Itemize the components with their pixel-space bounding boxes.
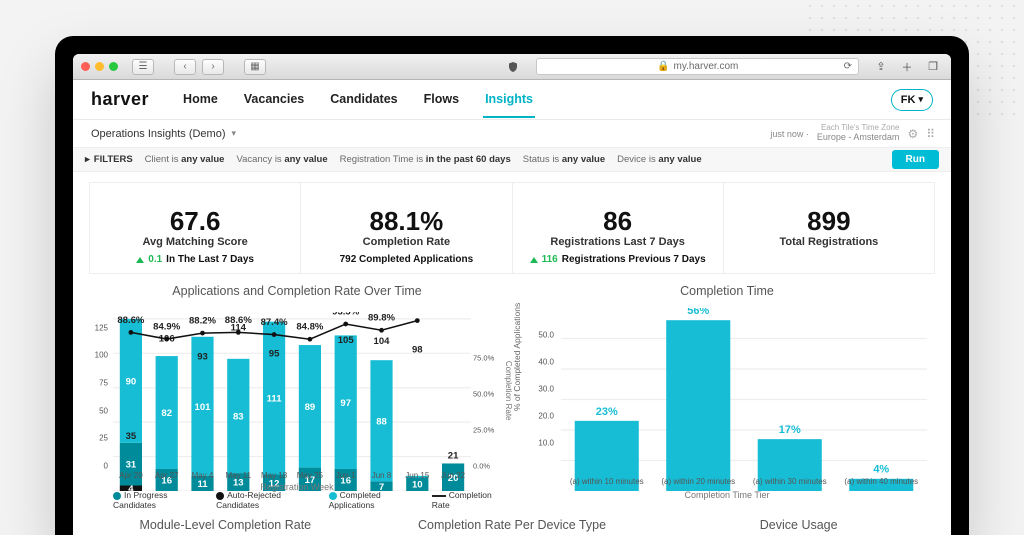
user-menu[interactable]: FK ▾ (891, 89, 933, 111)
svg-text:95: 95 (269, 349, 280, 360)
svg-text:95.2%: 95.2% (404, 312, 432, 314)
filter-status[interactable]: Status is any value (523, 154, 605, 165)
minimize-window-icon[interactable] (95, 62, 104, 71)
up-arrow-icon (530, 257, 538, 263)
nav-home[interactable]: Home (181, 82, 220, 118)
forward-button[interactable]: › (202, 59, 224, 75)
chart-completion-time: % of Completed Applications 10.020.030.0… (519, 302, 935, 510)
sidebar-toggle-icon[interactable]: ☰ (132, 59, 154, 75)
svg-text:89.8%: 89.8% (368, 313, 396, 324)
top-nav: harver Home Vacancies Candidates Flows I… (73, 80, 951, 120)
svg-text:84.9%: 84.9% (153, 321, 181, 332)
timezone-display: Each Tile's Time Zone Europe - Amsterdam (817, 124, 900, 143)
kpi-avg-matching: 67.6 Avg Matching Score 0.1 In The Last … (90, 183, 301, 273)
last-updated: just now · (770, 129, 809, 139)
svg-text:87.4%: 87.4% (261, 317, 289, 328)
brand-logo: harver (91, 89, 149, 110)
user-initials: FK (901, 94, 916, 106)
url-host: my.harver.com (674, 61, 739, 72)
nav-vacancies[interactable]: Vacancies (242, 82, 306, 118)
nav-candidates[interactable]: Candidates (328, 82, 399, 118)
svg-text:35: 35 (126, 431, 137, 442)
kpi-completion-rate: 88.1% Completion Rate 792 Completed Appl… (301, 183, 512, 273)
kpi-row: 67.6 Avg Matching Score 0.1 In The Last … (89, 182, 935, 274)
address-bar[interactable]: 🔒 my.harver.com ⟳ (536, 58, 859, 75)
new-tab-icon[interactable]: ＋ (897, 59, 917, 75)
nav-insights[interactable]: Insights (483, 82, 535, 118)
kpi-delta: 0.1 In The Last 7 Days (136, 254, 254, 265)
panel-completion-time: Completion Time % of Completed Applicati… (519, 284, 935, 510)
svg-text:83: 83 (233, 412, 244, 423)
svg-text:93: 93 (197, 351, 208, 362)
filter-device[interactable]: Device is any value (617, 154, 702, 165)
kpi-reg-7days: 86 Registrations Last 7 Days 116 Registr… (513, 183, 724, 273)
bottom-panel-titles: Module-Level Completion Rate Completion … (89, 518, 935, 532)
tab-overview-icon[interactable]: ▦ (244, 59, 266, 75)
svg-text:98: 98 (412, 344, 423, 355)
dashboard: 67.6 Avg Matching Score 0.1 In The Last … (73, 172, 951, 535)
maximize-window-icon[interactable] (109, 62, 118, 71)
filter-bar: ▸ FILTERS Client is any value Vacancy is… (73, 148, 951, 172)
svg-text:82: 82 (161, 408, 172, 419)
tabs-icon[interactable]: ❐ (923, 59, 943, 75)
chart-legend: In Progress Candidates Auto-Rejected Can… (113, 490, 505, 510)
privacy-shield-icon[interactable] (502, 59, 524, 75)
svg-text:17%: 17% (779, 424, 801, 436)
svg-text:101: 101 (195, 402, 212, 413)
svg-text:4%: 4% (873, 464, 889, 476)
svg-text:88.2%: 88.2% (189, 316, 217, 327)
close-window-icon[interactable] (81, 62, 90, 71)
svg-text:88: 88 (376, 416, 387, 427)
panel-apps-over-time: Applications and Completion Rate Over Ti… (89, 284, 505, 510)
filter-vacancy[interactable]: Vacancy is any value (236, 154, 327, 165)
svg-text:93.3%: 93.3% (332, 312, 360, 317)
svg-text:105: 105 (338, 335, 355, 346)
lock-icon: 🔒 (657, 61, 669, 72)
filters-toggle[interactable]: ▸ FILTERS (85, 154, 133, 165)
kpi-total-reg: 899 Total Registrations (724, 183, 934, 273)
svg-text:128: 128 (302, 312, 318, 314)
back-button[interactable]: ‹ (174, 59, 196, 75)
share-icon[interactable]: ⇪ (871, 59, 891, 75)
more-icon[interactable]: ⠿ (926, 127, 933, 141)
reload-icon[interactable]: ⟳ (844, 61, 852, 72)
svg-text:21: 21 (448, 451, 459, 462)
svg-text:56%: 56% (687, 308, 709, 317)
kpi-delta: 116 Registrations Previous 7 Days (530, 254, 706, 265)
svg-text:90: 90 (126, 376, 137, 387)
run-button[interactable]: Run (892, 150, 939, 169)
svg-text:104: 104 (374, 336, 391, 347)
chart-apps-over-time: 0255075100125 0.0%25.0%50.0%75.0% Comple… (89, 302, 505, 510)
filter-regtime[interactable]: Registration Time is in the past 60 days (340, 154, 511, 165)
svg-text:23%: 23% (596, 406, 618, 418)
svg-text:89: 89 (305, 402, 316, 413)
svg-text:31: 31 (126, 460, 137, 471)
svg-text:84.8%: 84.8% (296, 322, 324, 333)
settings-icon[interactable]: ⚙ (907, 127, 918, 141)
svg-text:88.6%: 88.6% (225, 315, 253, 326)
svg-text:88.6%: 88.6% (117, 315, 145, 326)
svg-text:111: 111 (267, 394, 283, 405)
browser-chrome: ☰ ‹ › ▦ 🔒 my.harver.com ⟳ ⇪ ＋ ❐ (73, 54, 951, 80)
nav-flows[interactable]: Flows (422, 82, 461, 118)
up-arrow-icon (136, 257, 144, 263)
svg-text:97: 97 (340, 398, 351, 409)
filter-client[interactable]: Client is any value (145, 154, 225, 165)
dashboard-selector[interactable]: Operations Insights (Demo) ▾ (91, 128, 236, 140)
chevron-down-icon: ▾ (918, 94, 923, 105)
